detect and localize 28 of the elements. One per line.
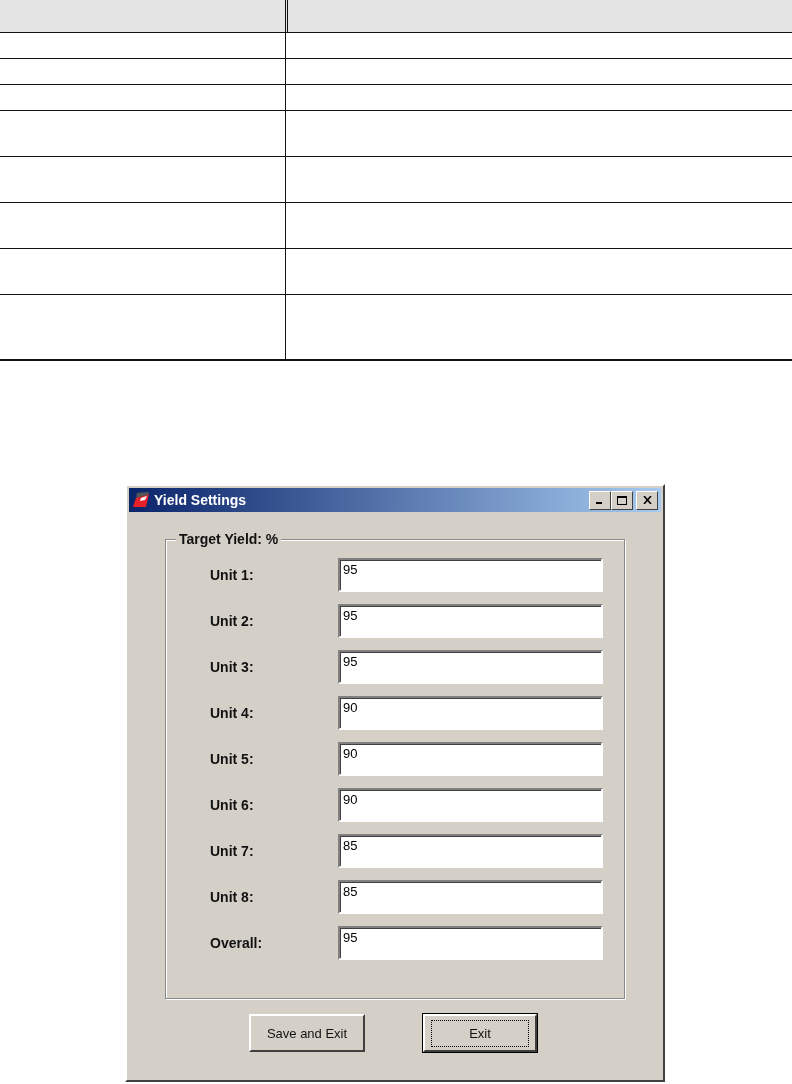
input-field[interactable]: 90 bbox=[338, 788, 603, 822]
dialog-button[interactable]: Save and Exit bbox=[249, 1014, 365, 1052]
field-label: Unit 8: bbox=[210, 889, 255, 905]
field-label: Unit 2: bbox=[210, 613, 255, 629]
field-label: Unit 4: bbox=[210, 705, 255, 721]
input-field[interactable]: 90 bbox=[338, 742, 603, 776]
input-field[interactable]: 95 bbox=[338, 650, 603, 684]
window-title: Yield Settings bbox=[154, 492, 248, 508]
field-label: Unit 1: bbox=[210, 567, 255, 583]
minimize-button[interactable] bbox=[589, 490, 611, 510]
app-icon bbox=[132, 492, 150, 508]
group-title: Target Yield: % bbox=[176, 531, 282, 547]
field-label: Overall: bbox=[210, 935, 264, 951]
input-field[interactable]: 85 bbox=[338, 880, 603, 914]
input-field[interactable]: 95 bbox=[338, 604, 603, 638]
field-label: Unit 5: bbox=[210, 751, 255, 767]
dialog-button[interactable]: Exit bbox=[423, 1014, 537, 1052]
input-field[interactable]: 90 bbox=[338, 696, 603, 730]
maximize-button[interactable] bbox=[611, 490, 633, 510]
field-label: Unit 3: bbox=[210, 659, 255, 675]
input-field[interactable]: 85 bbox=[338, 834, 603, 868]
close-button[interactable] bbox=[636, 490, 658, 510]
close-icon bbox=[642, 496, 652, 504]
input-field[interactable]: 95 bbox=[338, 926, 603, 960]
field-label: Unit 6: bbox=[210, 797, 255, 813]
field-label: Unit 7: bbox=[210, 843, 255, 859]
input-field[interactable]: 95 bbox=[338, 558, 603, 592]
maximize-icon bbox=[617, 495, 627, 505]
